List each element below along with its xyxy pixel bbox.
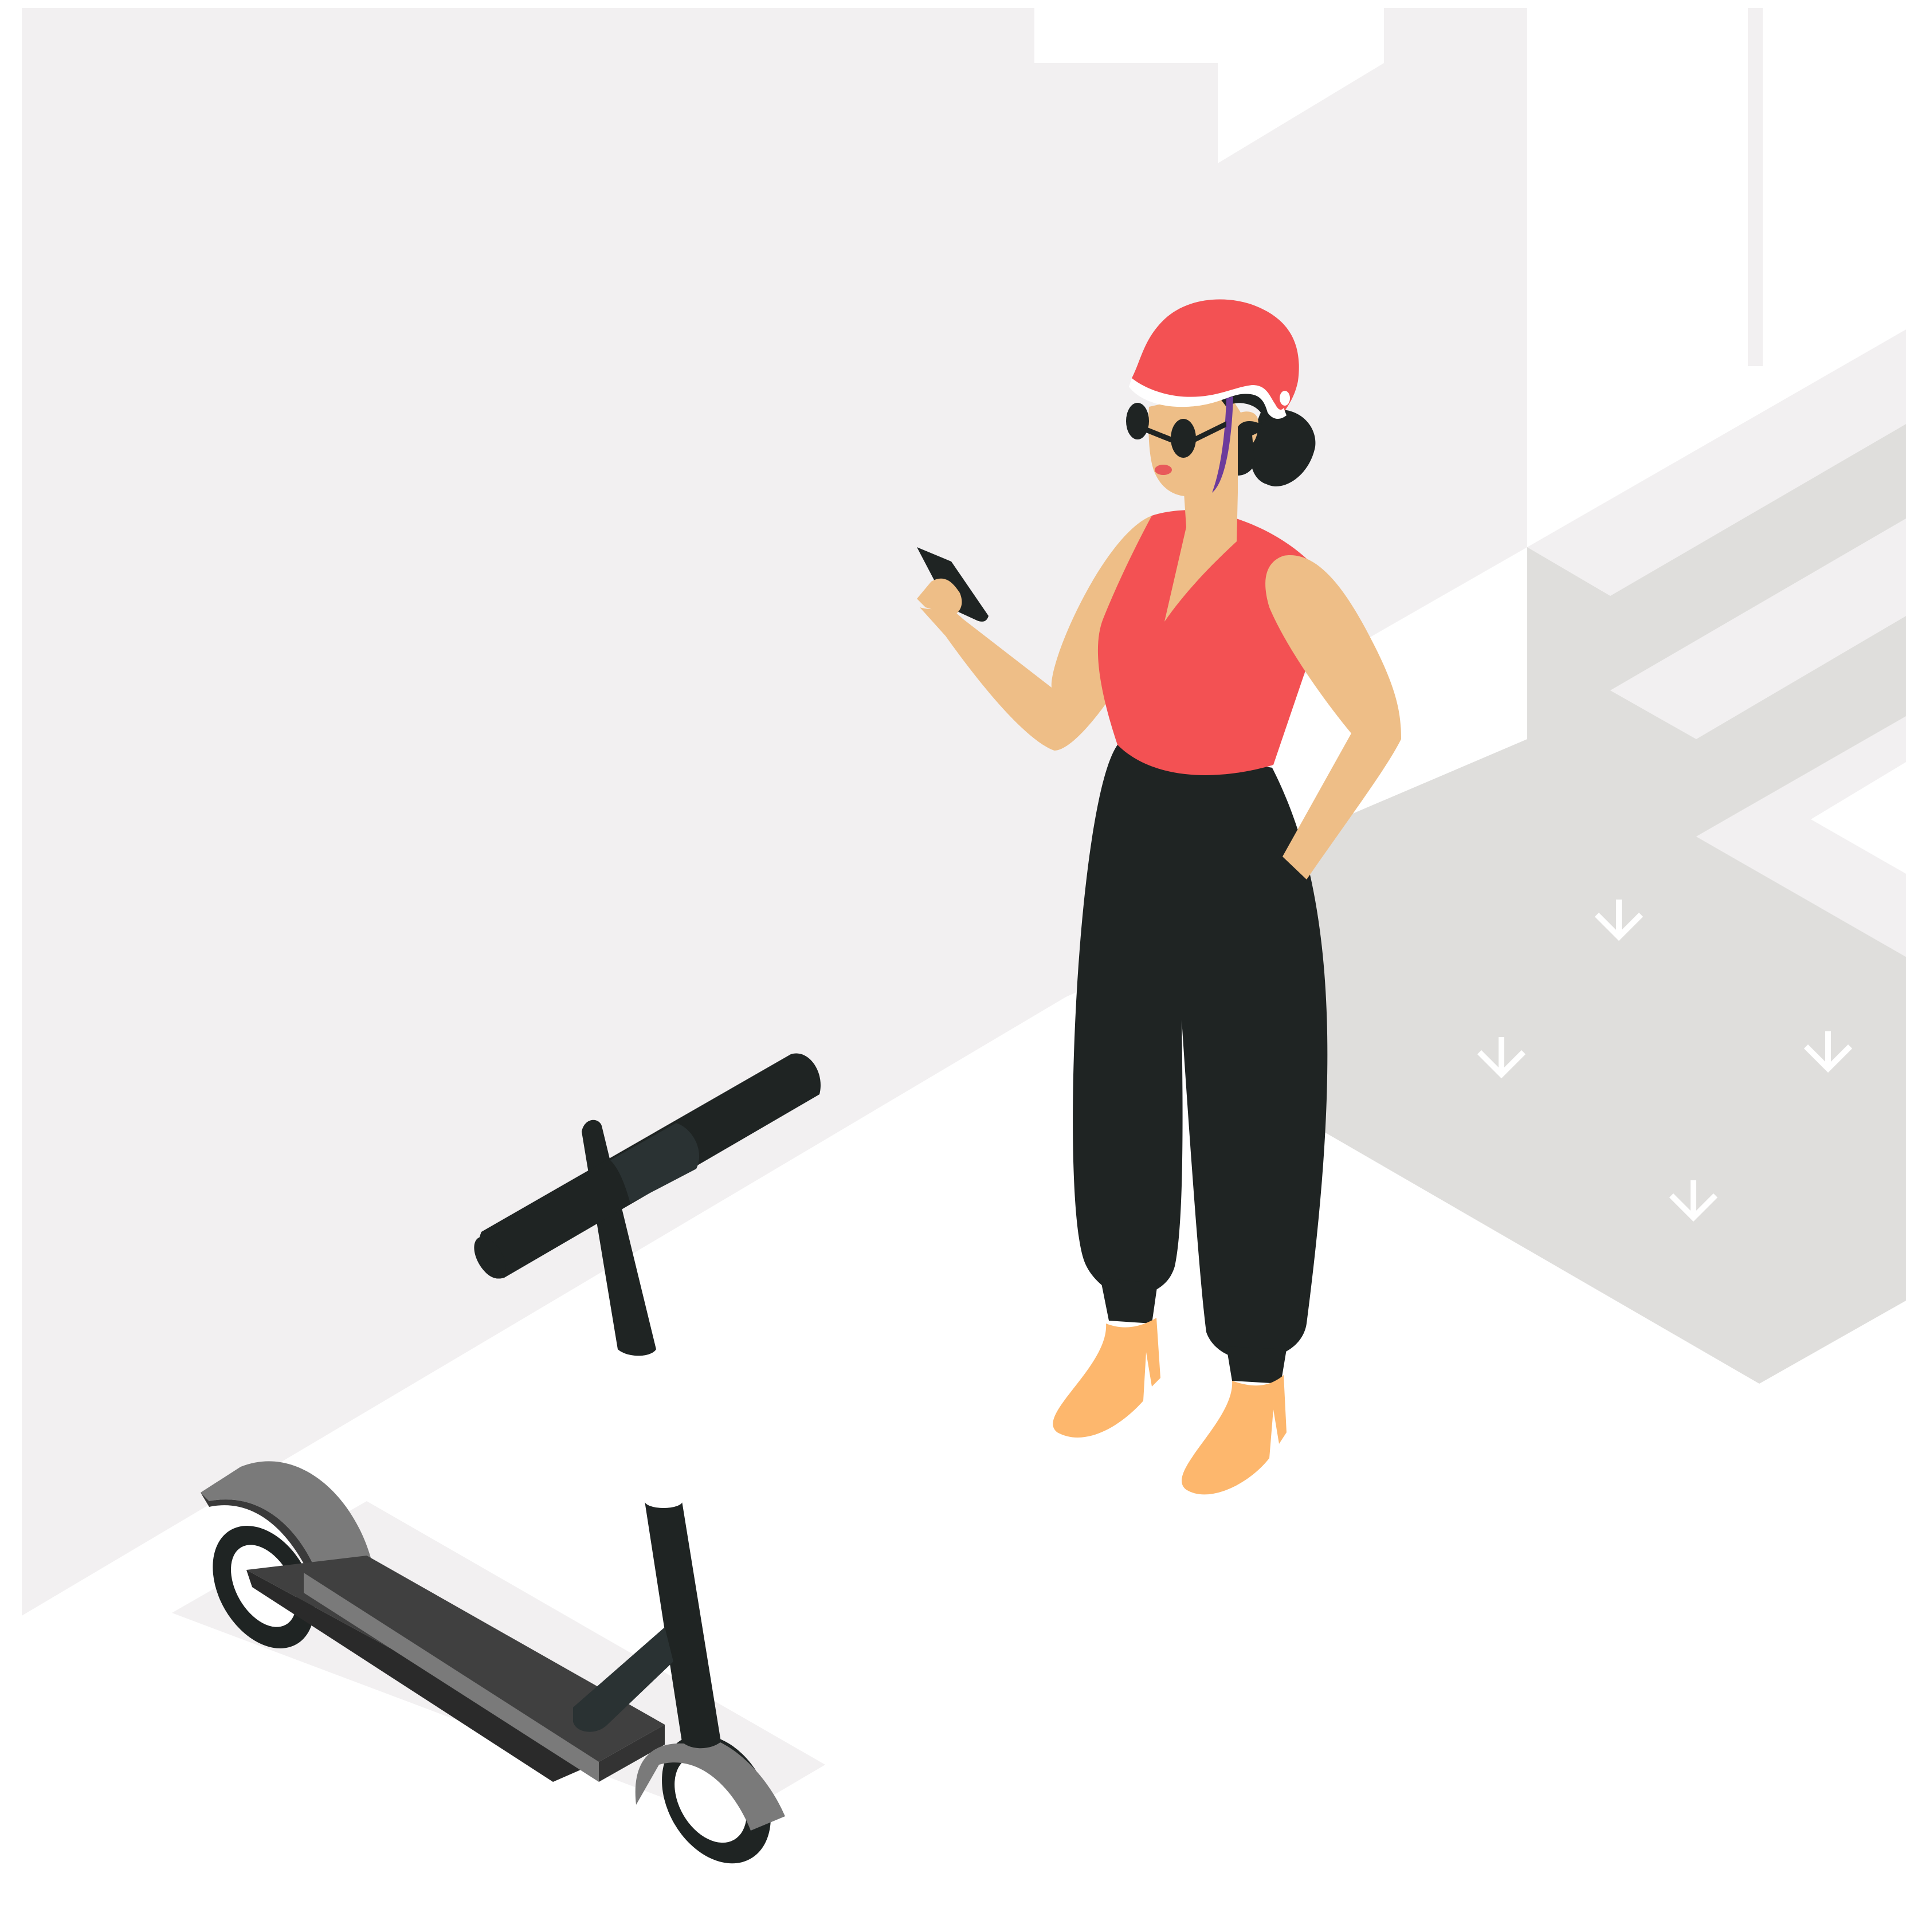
woman-pants [1073, 745, 1328, 1358]
wall-notch [1559, 8, 1616, 23]
woman-shoe-right [1182, 1375, 1287, 1495]
wall-column [1748, 8, 1763, 366]
back-wall [22, 8, 1527, 1616]
scooter-rider-illustration [22, 8, 1906, 1864]
scooter-stem-cap [645, 1494, 683, 1508]
woman-shoe-left [1053, 1318, 1160, 1438]
woman-ankle-left [1100, 1278, 1158, 1324]
woman-ankle-right [1226, 1346, 1287, 1384]
woman-lips [1155, 465, 1172, 475]
helmet-vent [1280, 391, 1290, 406]
